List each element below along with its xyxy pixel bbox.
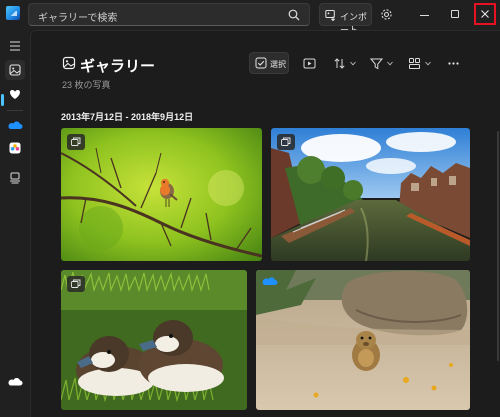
sort-icon[interactable]	[333, 57, 346, 70]
prairie-dog-photo-image	[256, 270, 470, 410]
close-button[interactable]	[474, 3, 496, 25]
canal-photo-image	[271, 128, 470, 261]
more-icon[interactable]	[447, 57, 460, 70]
multiple-photos-icon	[67, 276, 85, 292]
maximize-button[interactable]	[451, 10, 459, 18]
filter-chevron-down-icon[interactable]	[387, 61, 393, 66]
search-icon[interactable]	[288, 9, 300, 21]
heart-icon[interactable]	[5, 84, 25, 104]
nav-separator	[7, 110, 23, 111]
photos-app-icon	[6, 6, 20, 20]
robin-photo-image	[61, 128, 262, 261]
photo-robin-on-branch[interactable]	[61, 128, 262, 261]
search-box[interactable]: ギャラリーで検索	[28, 3, 310, 26]
select-label: 選択	[270, 60, 286, 69]
page-title: ギャラリー	[80, 58, 156, 75]
icloud-photos-icon[interactable]	[5, 138, 25, 158]
filter-icon[interactable]	[370, 57, 383, 70]
settings-gear-icon[interactable]	[380, 8, 393, 21]
onedrive-cloud-icon	[262, 277, 278, 285]
slideshow-icon[interactable]	[303, 57, 316, 70]
photo-amsterdam-canal[interactable]	[271, 128, 470, 261]
gallery-content: ギャラリー 23 枚の写真 選択 2013年7月12日 - 2018年9月12日	[30, 30, 500, 417]
select-checkbox-icon	[255, 57, 267, 69]
sort-chevron-down-icon[interactable]	[350, 61, 356, 66]
external-device-icon[interactable]	[5, 168, 25, 188]
view-layout-icon[interactable]	[408, 57, 421, 70]
gallery-icon[interactable]	[5, 60, 25, 80]
close-icon	[481, 10, 489, 18]
select-button[interactable]: 選択	[249, 52, 289, 74]
search-input[interactable]: ギャラリーで検索	[38, 9, 117, 24]
multiple-photos-icon	[277, 134, 295, 150]
minimize-button[interactable]	[420, 15, 429, 16]
photo-ducklings-in-grass[interactable]	[61, 270, 247, 410]
photo-count: 23 枚の写真	[62, 80, 111, 90]
hamburger-menu-icon[interactable]	[5, 36, 25, 56]
onedrive-cloud-icon[interactable]	[5, 116, 25, 136]
import-icon	[325, 10, 336, 21]
photo-prairie-dog-on-sand[interactable]	[256, 270, 470, 410]
navigation-rail	[0, 30, 30, 417]
gallery-title-icon	[62, 56, 76, 70]
import-button[interactable]: インポート	[319, 3, 372, 35]
nav-selection-indicator	[1, 94, 4, 106]
multiple-photos-icon	[67, 134, 85, 150]
ducklings-photo-image	[61, 270, 247, 410]
title-bar: ギャラリーで検索 インポート	[0, 0, 500, 35]
date-range-header: 2013年7月12日 - 2018年9月12日	[61, 112, 194, 122]
view-chevron-down-icon[interactable]	[425, 61, 431, 66]
scrollbar[interactable]	[497, 131, 499, 361]
cloud-icon[interactable]	[5, 372, 25, 392]
